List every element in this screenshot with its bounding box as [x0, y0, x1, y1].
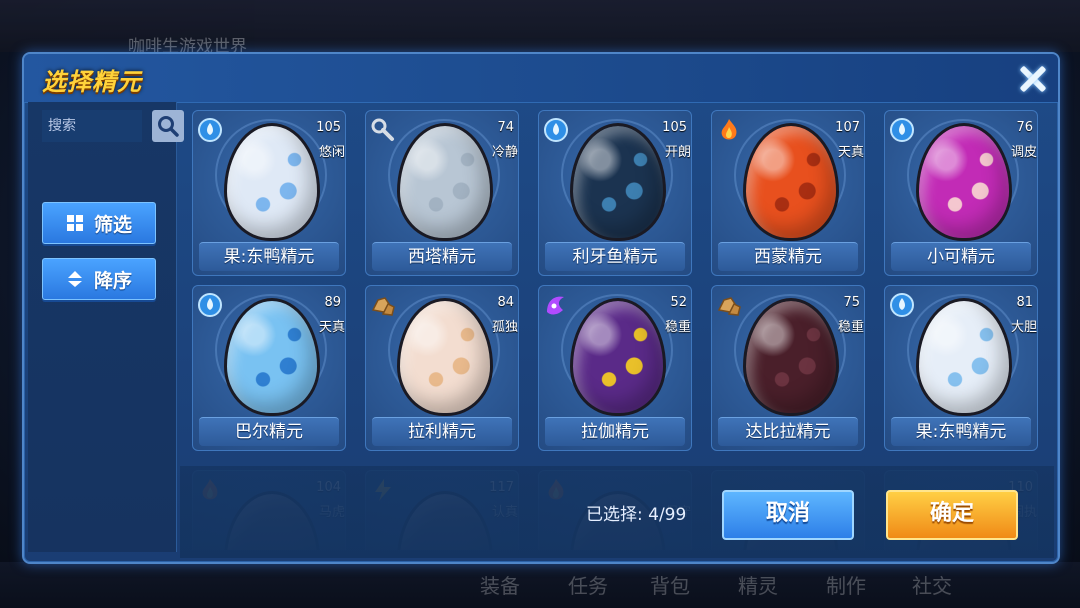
filter-button[interactable]: 筛选 [42, 202, 156, 244]
search-box [42, 110, 184, 142]
egg-name: 果:东鸭精元 [891, 417, 1031, 446]
sort-label: 降序 [93, 269, 132, 292]
essence-card[interactable]: 89 天真巴尔精元 [192, 285, 346, 451]
essence-card[interactable]: 52 稳重拉伽精元 [538, 285, 692, 451]
egg-name: 拉伽精元 [545, 417, 685, 446]
essence-card[interactable]: 84 孤独拉利精元 [365, 285, 519, 451]
essence-card[interactable]: 107 天真西蒙精元 [711, 110, 865, 276]
egg-level: 89 [324, 295, 341, 310]
egg-name: 拉利精元 [372, 417, 512, 446]
essence-card[interactable]: 76 调皮小可精元 [884, 110, 1038, 276]
essence-card[interactable]: 105 开朗利牙鱼精元 [538, 110, 692, 276]
selected-count: 已选择: 4/99 [586, 505, 687, 525]
essence-card[interactable]: 105 悠闲果:东鸭精元 [192, 110, 346, 276]
cancel-button[interactable]: 取消 [722, 490, 854, 540]
background-bottom-nav: 装备 任务 背包 精灵 制作 社交 [0, 562, 1080, 608]
egg-nature: 孤独 [491, 320, 518, 335]
bg-nav-item: 制作 [826, 574, 866, 598]
bg-nav-item: 背包 [650, 574, 690, 598]
egg-nature: 悠闲 [318, 145, 345, 160]
egg-name: 西蒙精元 [718, 242, 858, 271]
egg-name: 果:东鸭精元 [199, 242, 339, 271]
filter-label: 筛选 [93, 213, 132, 236]
egg-level: 107 [835, 120, 860, 135]
egg-nature: 天真 [837, 145, 864, 160]
egg-name: 巴尔精元 [199, 417, 339, 446]
search-icon [158, 116, 179, 137]
water-type-icon [197, 117, 223, 143]
egg-name: 利牙鱼精元 [545, 242, 685, 271]
fire-type-icon [716, 117, 742, 143]
sidebar: 筛选 降序 [28, 102, 184, 552]
egg-level: 84 [497, 295, 514, 310]
egg-nature: 调皮 [1010, 145, 1037, 160]
water-type-icon [543, 117, 569, 143]
sort-button[interactable]: 降序 [42, 258, 156, 300]
egg-level: 105 [662, 120, 687, 135]
egg-nature: 冷静 [491, 145, 518, 160]
rock-type-icon [716, 292, 742, 318]
egg-name: 小可精元 [891, 242, 1031, 271]
egg-level: 52 [670, 295, 687, 310]
water-type-icon [889, 117, 915, 143]
action-bar: 已选择: 4/99 取消 确定 [180, 466, 1054, 558]
grid-icon [66, 215, 83, 231]
egg-nature: 稳重 [837, 320, 864, 335]
confirm-button[interactable]: 确定 [886, 490, 1018, 540]
egg-level: 81 [1016, 295, 1033, 310]
wrench-type-icon [370, 117, 396, 143]
egg-level: 74 [497, 120, 514, 135]
bg-nav-item: 装备 [480, 574, 520, 598]
egg-nature: 天真 [318, 320, 345, 335]
dialog-title: 选择精元 [42, 68, 142, 96]
dialog-header: 选择精元 [24, 54, 1058, 103]
bg-nav-item: 精灵 [738, 574, 778, 598]
egg-level: 105 [316, 120, 341, 135]
water-type-icon [197, 292, 223, 318]
ghost-type-icon [543, 292, 569, 318]
close-icon[interactable] [1014, 60, 1052, 98]
water-type-icon [889, 292, 915, 318]
bg-nav-item: 社交 [912, 574, 952, 598]
essence-card[interactable]: 75 稳重达比拉精元 [711, 285, 865, 451]
essence-card[interactable]: 74 冷静西塔精元 [365, 110, 519, 276]
egg-name: 西塔精元 [372, 242, 512, 271]
egg-level: 75 [843, 295, 860, 310]
bg-nav-item: 任务 [568, 574, 608, 598]
search-button[interactable] [152, 110, 184, 142]
sort-icon [67, 271, 82, 287]
egg-nature: 稳重 [664, 320, 691, 335]
rock-type-icon [370, 292, 396, 318]
essence-card[interactable]: 81 大胆果:东鸭精元 [884, 285, 1038, 451]
egg-level: 76 [1016, 120, 1033, 135]
background-top-bar: 咖啡生游戏世界 [0, 0, 1080, 57]
select-essence-dialog: 选择精元 筛选 降序 105 悠闲果:东鸭精元 74 [22, 52, 1060, 564]
egg-name: 达比拉精元 [718, 417, 858, 446]
egg-nature: 大胆 [1010, 320, 1037, 335]
search-input[interactable] [42, 110, 142, 142]
egg-nature: 开朗 [664, 145, 691, 160]
